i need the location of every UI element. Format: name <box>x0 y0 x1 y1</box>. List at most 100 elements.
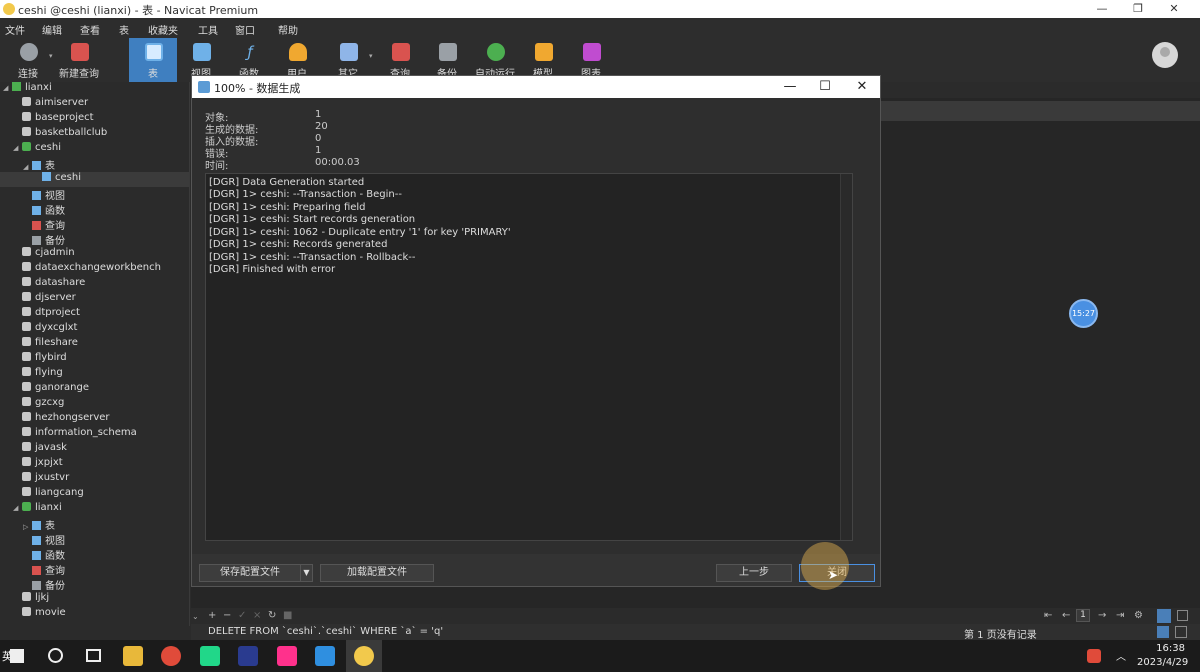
tree-item-db[interactable]: hezhongserver <box>0 412 189 427</box>
tree-item-db[interactable]: jxustvr <box>0 472 189 487</box>
save-config-button[interactable]: 保存配置文件 <box>199 564 301 582</box>
tree-item-backups[interactable]: 备份 <box>0 577 189 592</box>
grid-view-icon[interactable] <box>1157 609 1171 623</box>
toolbar-table-button[interactable]: 表 <box>129 38 177 82</box>
menu-view[interactable]: 查看 <box>80 22 100 37</box>
toolbar-connection-button[interactable]: 连接 <box>4 38 52 82</box>
menu-favorites[interactable]: 收藏夹 <box>148 22 178 37</box>
tree-item-db[interactable]: baseproject <box>0 112 189 127</box>
pycharm-icon[interactable] <box>200 646 220 666</box>
collapse-chevron-icon[interactable]: ⌄ <box>192 612 199 621</box>
tree-item-db[interactable]: information_schema <box>0 427 189 442</box>
panel-toggle-icon[interactable] <box>1157 626 1169 638</box>
tree-item-table[interactable]: ceshi <box>0 172 189 187</box>
tree-expand-arrow-icon[interactable]: ▷ <box>23 523 32 531</box>
menu-file[interactable]: 文件 <box>5 22 25 37</box>
tree-item-db[interactable]: dtproject <box>0 307 189 322</box>
tree-item-queries[interactable]: 查询 <box>0 562 189 577</box>
tree-item-db[interactable]: jxpjxt <box>0 457 189 472</box>
tree-item-db[interactable]: datashare <box>0 277 189 292</box>
intellij-icon[interactable] <box>277 646 297 666</box>
tree-item-db[interactable]: basketballclub <box>0 127 189 142</box>
search-icon[interactable] <box>48 648 63 663</box>
photoshop-icon[interactable] <box>238 646 258 666</box>
add-record-icon[interactable]: + <box>208 610 216 621</box>
load-config-button[interactable]: 加载配置文件 <box>320 564 434 582</box>
tree-item-db[interactable]: gzcxg <box>0 397 189 412</box>
tree-item-backups[interactable]: 备份 <box>0 232 189 247</box>
tray-clock-date[interactable]: 2023/4/29 <box>1137 657 1188 668</box>
tree-item-db[interactable]: flying <box>0 367 189 382</box>
menu-tools[interactable]: 工具 <box>198 22 218 37</box>
tree-expand-arrow-icon[interactable]: ◢ <box>3 84 12 92</box>
tree-item-functions[interactable]: 函数 <box>0 202 189 217</box>
tree-item-functions[interactable]: 函数 <box>0 547 189 562</box>
other-dropdown-arrow[interactable]: ▾ <box>369 52 373 60</box>
discard-icon[interactable]: × <box>253 610 261 621</box>
chrome-icon[interactable] <box>161 646 181 666</box>
apply-icon[interactable]: ✓ <box>238 610 246 621</box>
menu-table[interactable]: 表 <box>119 22 129 37</box>
menu-edit[interactable]: 编辑 <box>42 22 62 37</box>
floating-timer-bubble[interactable]: 15:27 <box>1069 299 1098 328</box>
form-view-icon[interactable] <box>1177 610 1188 621</box>
stop-icon[interactable]: ■ <box>283 610 292 621</box>
tray-expand-icon[interactable]: ︿ <box>1116 648 1126 663</box>
tree-item-tables[interactable]: ▷ 表 <box>0 517 189 532</box>
previous-step-button[interactable]: 上一步 <box>716 564 792 582</box>
navicat-taskbar-active[interactable] <box>346 640 382 672</box>
minimize-window-button[interactable]: — <box>1084 0 1120 18</box>
tree-item-db[interactable]: aimiserver <box>0 97 189 112</box>
tree-item-views[interactable]: 视图 <box>0 532 189 547</box>
tree-item-db[interactable]: dyxcglxt <box>0 322 189 337</box>
tree-item-db[interactable]: flybird <box>0 352 189 367</box>
toolbar-new-query-button[interactable]: 新建查询 <box>55 38 103 82</box>
menu-help[interactable]: 帮助 <box>278 22 298 37</box>
detail-toggle-icon[interactable] <box>1175 626 1187 638</box>
dialog-close-button[interactable]: ✕ <box>844 76 880 98</box>
tree-item-queries[interactable]: 查询 <box>0 217 189 232</box>
generation-log-panel[interactable]: [DGR] Data Generation started [DGR] 1> c… <box>205 173 853 541</box>
tree-item-tables[interactable]: ◢ 表 <box>0 157 189 172</box>
tree-item-connection[interactable]: ◢ lianxi <box>0 82 189 97</box>
restore-window-button[interactable]: ❐ <box>1120 0 1156 18</box>
user-avatar[interactable] <box>1152 42 1178 68</box>
tree-item-db-open[interactable]: ◢ lianxi <box>0 502 189 517</box>
connection-dropdown-arrow[interactable]: ▾ <box>49 52 53 60</box>
tree-item-db[interactable]: javask <box>0 442 189 457</box>
mouse-cursor-icon: ➤ <box>828 568 839 582</box>
tree-item-db[interactable]: liangcang <box>0 487 189 502</box>
close-window-button[interactable]: ✕ <box>1156 0 1192 18</box>
windows-start-icon[interactable] <box>10 649 24 663</box>
tree-item-db[interactable]: movie <box>0 607 189 622</box>
tree-item-db[interactable]: ljkj <box>0 592 189 607</box>
tree-expand-arrow-icon[interactable]: ◢ <box>13 504 22 512</box>
tree-expand-arrow-icon[interactable]: ◢ <box>23 163 32 171</box>
file-explorer-icon[interactable] <box>123 646 143 666</box>
sogou-ime-icon[interactable] <box>1087 649 1101 663</box>
page-number-input[interactable]: 1 <box>1076 609 1090 622</box>
last-page-icon[interactable]: ⇥ <box>1116 610 1124 621</box>
tree-item-db[interactable]: djserver <box>0 292 189 307</box>
menu-window[interactable]: 窗口 <box>235 22 255 37</box>
dialog-maximize-button[interactable]: ☐ <box>807 76 843 98</box>
tree-expand-arrow-icon[interactable]: ◢ <box>13 144 22 152</box>
vscode-icon[interactable] <box>315 646 335 666</box>
prev-page-icon[interactable]: ← <box>1062 610 1070 621</box>
tree-item-db[interactable]: fileshare <box>0 337 189 352</box>
tree-item-db-open[interactable]: ◢ ceshi <box>0 142 189 157</box>
tray-clock-time[interactable]: 16:38 <box>1137 643 1185 654</box>
task-view-icon[interactable] <box>86 649 101 662</box>
dialog-minimize-button[interactable]: — <box>772 76 808 98</box>
next-page-icon[interactable]: → <box>1098 610 1106 621</box>
tree-item-db[interactable]: ganorange <box>0 382 189 397</box>
delete-record-icon[interactable]: − <box>223 610 231 621</box>
first-page-icon[interactable]: ⇤ <box>1044 610 1052 621</box>
settings-gear-icon[interactable]: ⚙ <box>1134 610 1143 621</box>
tree-item-db[interactable]: cjadmin <box>0 247 189 262</box>
tree-item-views[interactable]: 视图 <box>0 187 189 202</box>
log-scrollbar[interactable] <box>840 174 852 540</box>
refresh-icon[interactable]: ↻ <box>268 610 276 621</box>
tree-item-db[interactable]: dataexchangeworkbench <box>0 262 189 277</box>
save-config-dropdown-arrow[interactable]: ▼ <box>300 564 313 582</box>
